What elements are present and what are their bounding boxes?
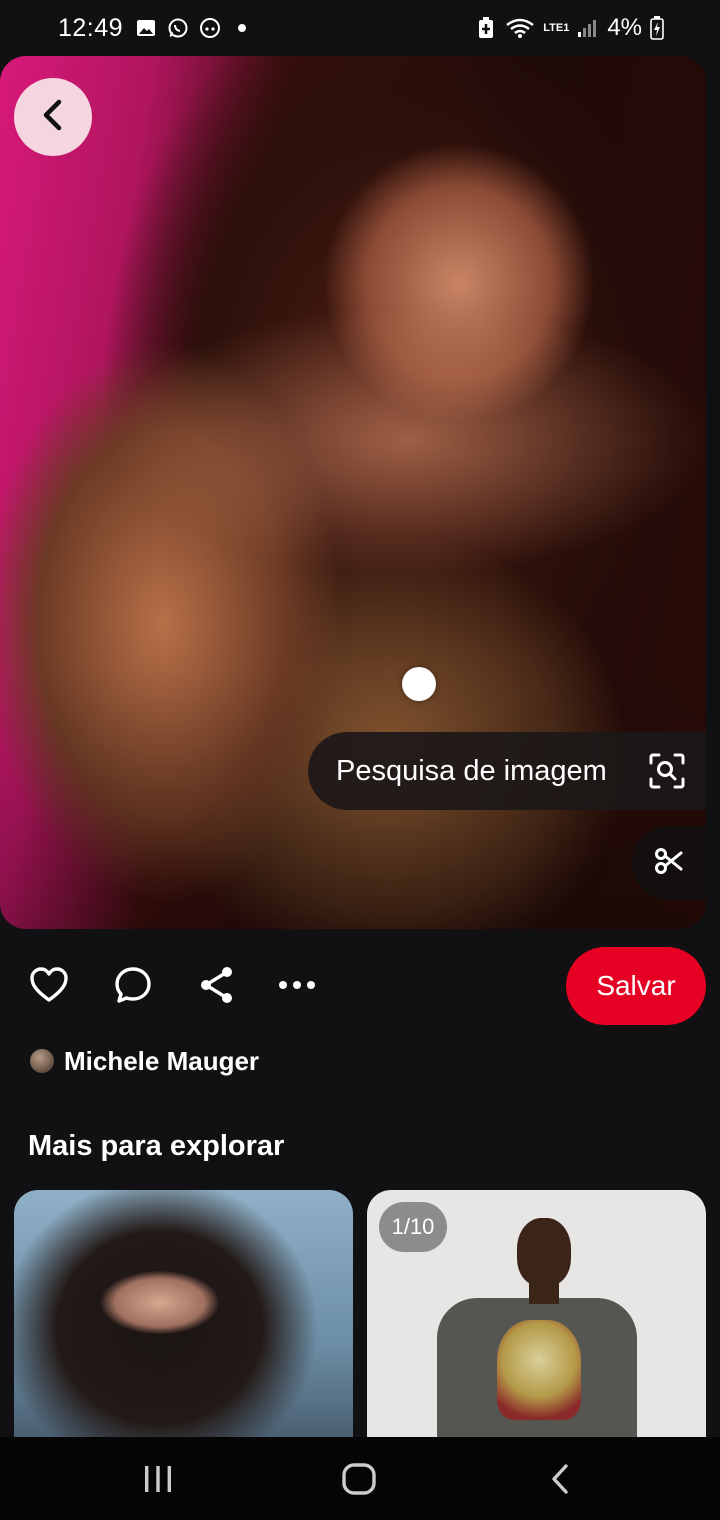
back-icon[interactable] [538, 1457, 582, 1501]
battery-saver-icon [475, 17, 497, 39]
recents-icon[interactable] [136, 1457, 180, 1501]
status-bar: 12:49 LTE1 4% [0, 0, 720, 56]
card-image-head [517, 1218, 571, 1286]
chevron-left-icon [38, 98, 68, 137]
whatsapp-icon [167, 17, 189, 39]
avatar [30, 1049, 54, 1073]
crop-handle[interactable] [402, 667, 436, 701]
explore-card[interactable] [14, 1190, 353, 1440]
image-search-label: Pesquisa de imagem [336, 754, 607, 787]
system-status-icons: LTE1 4% [475, 0, 664, 56]
more-icon[interactable] [276, 964, 318, 1006]
image-search-button[interactable]: Pesquisa de imagem [308, 732, 706, 810]
gallery-icon [135, 17, 157, 39]
save-button[interactable]: Salvar [566, 947, 706, 1025]
carousel-counter-badge: 1/10 [379, 1202, 447, 1252]
battery-percent: 4% [607, 14, 642, 41]
pin-image[interactable]: Pesquisa de imagem [0, 56, 706, 929]
explore-card[interactable]: 1/10 [367, 1190, 706, 1440]
network-label: LTE1 [543, 21, 570, 34]
card-image-print [497, 1320, 581, 1420]
pin-author[interactable]: Michele Mauger [30, 1044, 259, 1078]
system-nav-bar [0, 1437, 720, 1520]
dot-icon [231, 17, 253, 39]
battery-icon [650, 16, 664, 40]
crop-button[interactable] [632, 826, 706, 900]
heart-icon[interactable] [28, 964, 70, 1006]
wifi-icon [505, 17, 535, 39]
discord-icon [199, 17, 221, 39]
status-time: 12:49 [58, 13, 124, 42]
comment-icon[interactable] [112, 964, 154, 1006]
pin-actions: Salvar [0, 946, 720, 1026]
share-icon[interactable] [196, 964, 238, 1006]
author-name: Michele Mauger [64, 1045, 260, 1076]
scissors-icon [654, 846, 684, 881]
notification-icons [135, 17, 253, 39]
signal-icon [577, 17, 599, 39]
explore-title: Mais para explorar [28, 1130, 285, 1162]
home-icon[interactable] [337, 1457, 381, 1501]
back-button[interactable] [14, 78, 92, 156]
visual-search-icon [648, 752, 686, 790]
